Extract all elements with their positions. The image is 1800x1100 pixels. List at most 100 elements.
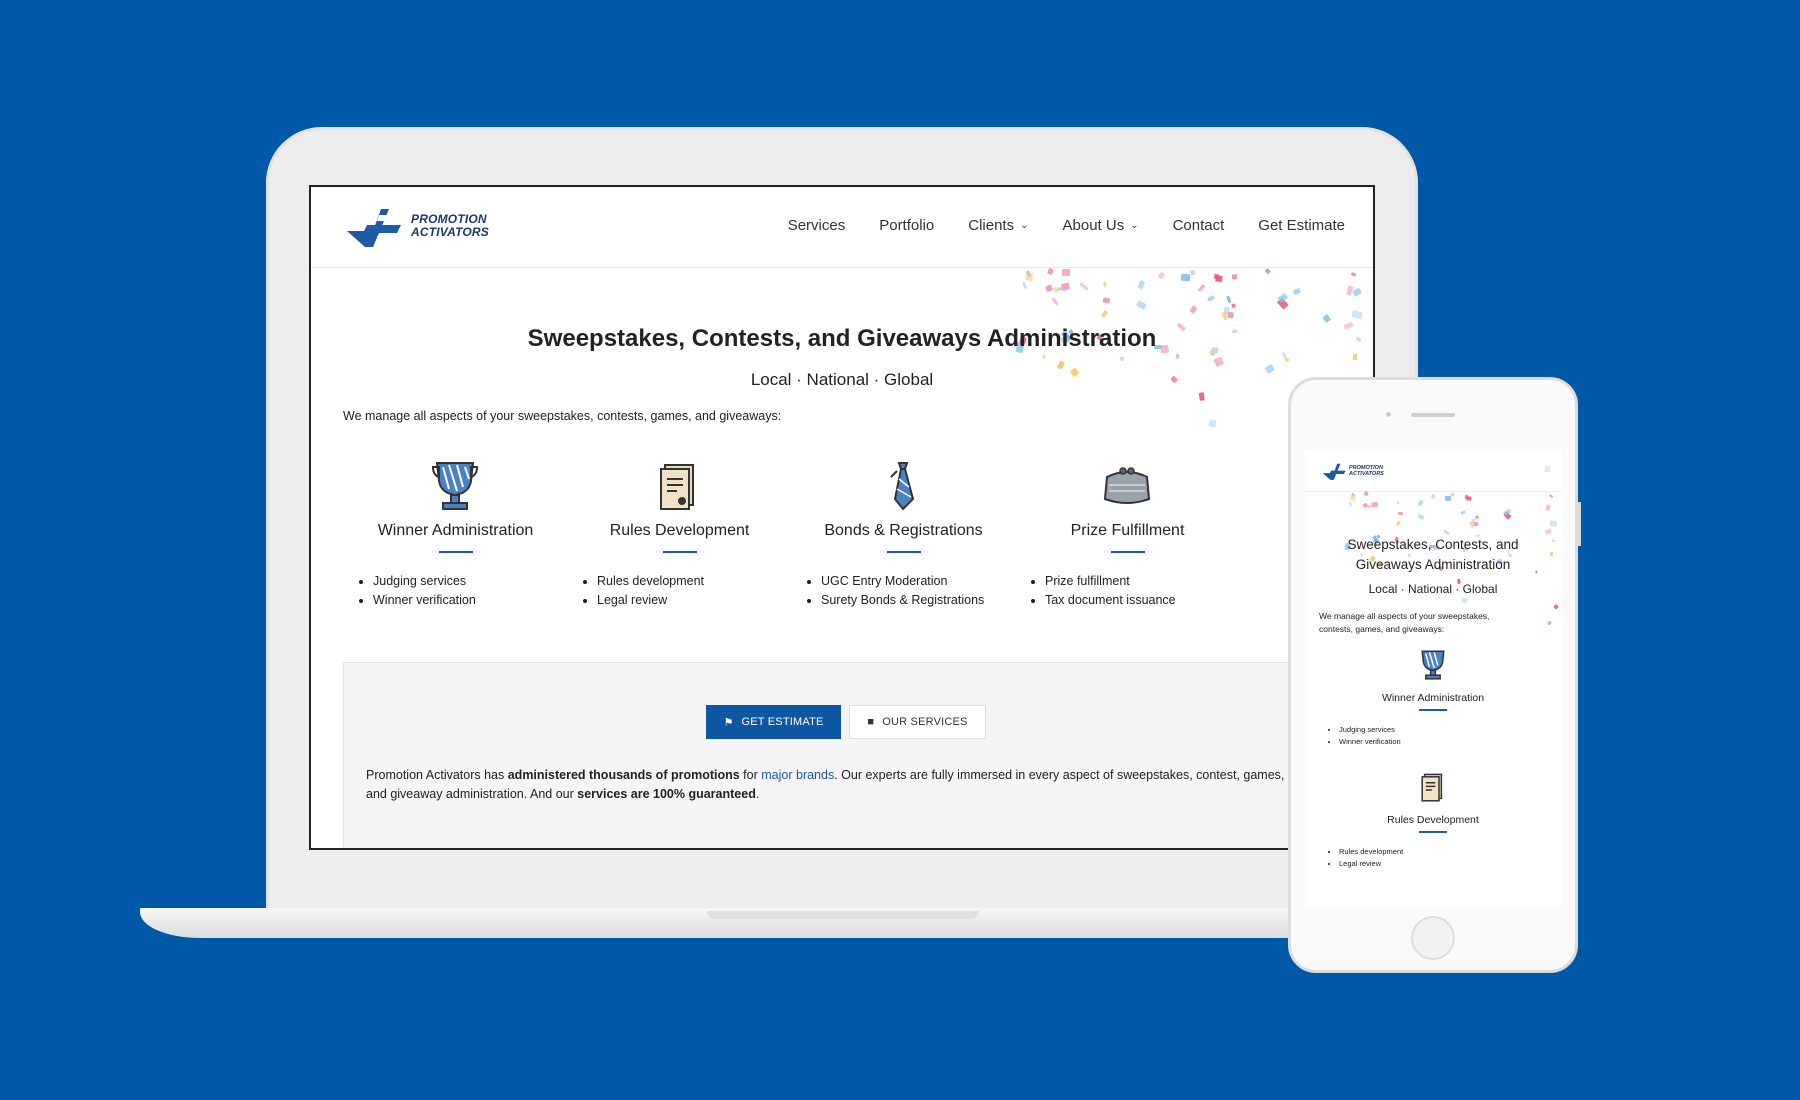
confetti-piece [1025,271,1034,281]
confetti-piece [1545,503,1551,512]
confetti-piece [1228,311,1235,318]
main-nav: Services Portfolio Clients ⌄ About Us ⌄ Co… [788,217,1345,234]
logo-mark-icon [1322,463,1346,480]
title-underline [1419,709,1447,711]
features-row: Winner Administration Judging services W… [343,459,1373,629]
purse-icon [1103,467,1151,504]
feature-list: Rules development Legal review [1339,846,1403,870]
confetti-piece [1044,284,1053,293]
logo-mark-icon [347,209,401,247]
confetti-piece [1546,620,1552,626]
feature-list: UGC Entry Moderation Surety Bonds & Regi… [821,572,984,610]
confetti-piece [1397,500,1400,505]
list-item: Judging services [373,572,476,591]
confetti-piece [1157,271,1166,280]
confetti-piece [1061,269,1071,277]
list-item: Winner verification [1339,736,1401,748]
confetti-piece [1351,287,1362,297]
confetti-piece [1466,496,1472,501]
confetti-piece [1100,310,1108,319]
confetti-piece [1119,356,1125,362]
confetti-piece [1181,273,1191,282]
confetti-piece [1461,597,1468,604]
list-item: Rules development [1339,846,1403,858]
nav-services[interactable]: Services [788,217,846,234]
hamburger-menu-icon[interactable]: ≡ [1544,462,1551,476]
cta-paragraph: Promotion Activators has administered th… [366,768,1285,801]
logo[interactable]: PROMOTION ACTIVATORS [343,201,489,251]
confetti-piece [1040,354,1046,360]
confetti-piece [1348,501,1353,507]
confetti-piece [1225,295,1232,304]
confetti-piece [1430,493,1437,500]
feature-list: Rules development Legal review [597,572,704,610]
logo-line2: ACTIVATORS [1349,471,1384,477]
mobile-hero-title: Sweepstakes, Contests, and Giveaways Adm… [1347,537,1519,572]
hero-subtitle: Local · National · Global [750,370,934,389]
confetti-piece [1350,494,1356,501]
confetti-piece [1544,528,1552,535]
confetti-piece [1363,491,1369,497]
confetti-piece [1350,272,1357,278]
confetti-piece [1549,520,1557,527]
confetti-piece [1450,492,1456,498]
chevron-down-icon: ⌄ [1130,220,1139,231]
confetti-piece [1417,513,1426,521]
confetti-piece [1553,604,1559,611]
feature-list: Judging services Winner verification [1339,724,1401,748]
confetti-piece [1292,287,1301,296]
document-icon [1421,773,1443,802]
document-icon [660,464,694,510]
list-item: Judging services [1339,724,1401,736]
confetti-piece [1189,269,1197,277]
chevron-down-icon: ⌄ [1020,220,1029,231]
confetti-piece [1322,313,1331,323]
feature-title: Winner Administration [1381,692,1485,704]
title-underline [1111,551,1145,553]
nav-portfolio[interactable]: Portfolio [879,217,934,234]
confetti-piece [1137,279,1146,290]
major-brands-link[interactable]: major brands [761,768,834,782]
confetti-piece [1264,268,1271,275]
mobile-hero-intro: We manage all aspects of your sweepstake… [1319,611,1490,634]
confetti-piece [1199,392,1206,401]
confetti-piece [1475,515,1479,520]
list-item: Legal review [597,591,704,610]
tie-icon [890,462,915,511]
list-item: Legal review [1339,858,1403,870]
confetti-piece [1046,267,1055,276]
nav-clients[interactable]: Clients ⌄ [968,217,1028,234]
phone-home-button[interactable] [1411,916,1455,960]
feature-title: Rules Development [609,522,750,539]
confetti-piece [1189,305,1198,314]
confetti-piece [1231,274,1238,280]
phone-side-button [1578,502,1581,546]
confetti-piece [1396,520,1402,527]
mobile-header: PROMOTION ACTIVATORS ≡ [1305,450,1561,492]
nav-get-estimate[interactable]: Get Estimate [1258,217,1345,234]
trophy-icon [431,462,479,510]
confetti-piece [1473,521,1479,527]
confetti-piece [1352,353,1357,361]
confetti-piece [1215,274,1224,282]
mobile-screen: PROMOTION ACTIVATORS ≡ Sweepstakes, Cont… [1305,450,1561,905]
confetti-piece [1397,511,1403,516]
confetti-piece [1207,419,1217,429]
feature-list: Judging services Winner verification [373,572,476,610]
briefcase-icon: ■ [867,716,875,728]
title-underline [439,551,473,553]
feature-title: Winner Administration [377,522,534,539]
mobile-logo[interactable]: PROMOTION ACTIVATORS [1321,460,1384,482]
phone-speaker [1411,413,1455,417]
feature-list: Prize fulfillment Tax document issuance [1045,572,1176,610]
cta-panel: ⚑ GET ESTIMATE ■ OUR SERVICES Promotion … [343,662,1373,848]
trophy-icon [1421,650,1445,680]
list-item: Tax document issuance [1045,591,1176,610]
our-services-button[interactable]: ■ OUR SERVICES [849,705,986,739]
phone-camera [1386,412,1391,417]
nav-contact[interactable]: Contact [1173,217,1225,234]
title-underline [663,551,697,553]
confetti-piece [1079,282,1090,292]
get-estimate-button[interactable]: ⚑ GET ESTIMATE [706,705,841,739]
nav-about-us[interactable]: About Us ⌄ [1063,217,1139,234]
